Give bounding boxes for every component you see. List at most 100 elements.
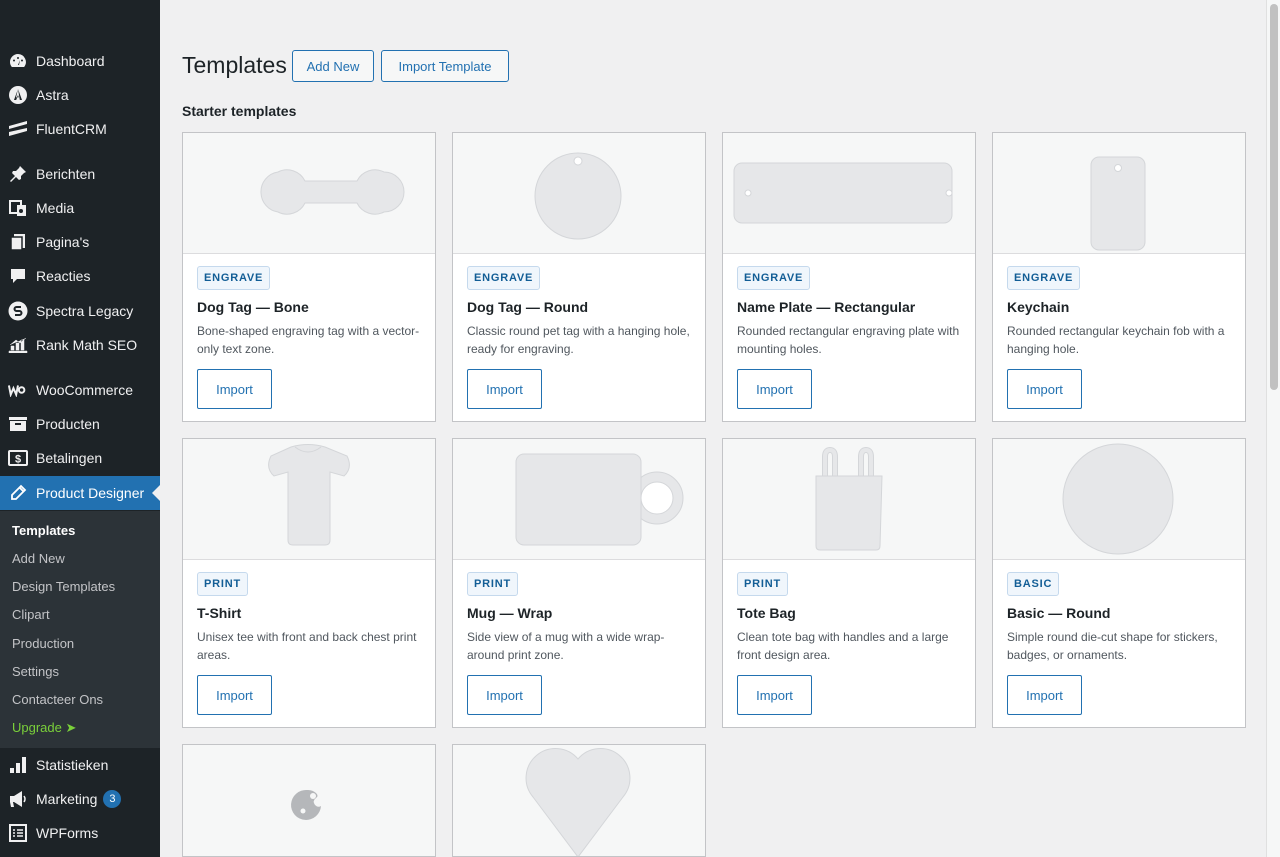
menu-item-marketing[interactable]: Marketing 3 — [0, 782, 160, 816]
import-button[interactable]: Import — [737, 369, 812, 409]
payments-icon: $ — [8, 448, 28, 468]
svg-text:$: $ — [15, 454, 21, 466]
menu-item-reacties[interactable]: Reacties — [0, 259, 160, 293]
woocommerce-icon — [8, 380, 28, 400]
template-title: Basic — Round — [1007, 605, 1111, 621]
menu-item-paginas[interactable]: Pagina's — [0, 225, 160, 259]
template-description: Side view of a mug with a wide wrap-arou… — [467, 630, 665, 662]
menu-label: Producten — [36, 416, 100, 432]
add-new-button[interactable]: Add New — [292, 50, 374, 82]
pin-icon — [8, 164, 28, 184]
menu-label: Berichten — [36, 166, 96, 182]
template-card: PRINT Mug — Wrap Side view of a mug with… — [452, 438, 706, 728]
page-title: Templates — [182, 52, 287, 78]
template-card — [452, 744, 706, 857]
rankmath-icon — [8, 335, 28, 355]
submenu-add-new[interactable]: Add New — [12, 551, 65, 566]
scrollbar-thumb[interactable] — [1270, 4, 1278, 390]
menu-label: WooCommerce — [36, 382, 133, 398]
category-tag: PRINT — [197, 572, 248, 596]
media-icon — [8, 198, 28, 218]
admin-sidebar: Dashboard Astra FluentCRM Berichten Medi… — [0, 0, 160, 857]
stats-icon — [8, 755, 28, 775]
pages-icon — [8, 232, 28, 252]
category-tag: ENGRAVE — [1007, 266, 1081, 290]
menu-item-dashboard[interactable]: Dashboard — [0, 44, 160, 78]
template-thumbnail — [453, 745, 705, 856]
import-button[interactable]: Import — [737, 675, 812, 715]
menu-label: Marketing — [36, 791, 98, 807]
astra-icon — [8, 85, 28, 105]
menu-item-woocommerce[interactable]: WooCommerce — [0, 373, 160, 407]
submenu-upgrade[interactable]: Upgrade ➤ — [12, 720, 76, 736]
menu-item-fluentcrm[interactable]: FluentCRM — [0, 112, 160, 146]
template-description: Rounded rectangular engraving plate with… — [737, 324, 960, 356]
import-button[interactable]: Import — [467, 369, 542, 409]
menu-item-spectra-legacy[interactable]: Spectra Legacy — [0, 294, 160, 328]
menu-label: Betalingen — [36, 450, 103, 466]
submenu-contacteer-ons[interactable]: Contacteer Ons — [12, 692, 103, 707]
import-button[interactable]: Import — [197, 369, 272, 409]
comments-icon — [8, 266, 28, 286]
template-title: Dog Tag — Round — [467, 299, 589, 315]
menu-label: Astra — [36, 87, 69, 103]
template-description: Simple round die-cut shape for stickers,… — [1007, 630, 1218, 662]
menu-label: Pagina's — [36, 234, 90, 250]
template-thumbnail — [183, 439, 435, 560]
import-button[interactable]: Import — [467, 675, 542, 715]
product-designer-submenu: Templates Add New Design Templates Clipa… — [0, 511, 160, 748]
menu-item-betalingen[interactable]: $ Betalingen — [0, 441, 160, 475]
notification-badge: 3 — [103, 790, 122, 808]
submenu-clipart[interactable]: Clipart — [12, 607, 50, 622]
template-description: Clean tote bag with handles and a large … — [737, 630, 949, 662]
submenu-templates[interactable]: Templates — [12, 523, 75, 538]
spectra-icon — [8, 301, 28, 321]
menu-item-statistieken[interactable]: Statistieken — [0, 748, 160, 782]
menu-label: Product Designer — [36, 485, 145, 501]
template-title: T-Shirt — [197, 605, 242, 621]
import-button[interactable]: Import — [1007, 369, 1082, 409]
submenu-design-templates[interactable]: Design Templates — [12, 579, 115, 594]
menu-item-berichten[interactable]: Berichten — [0, 157, 160, 191]
fluentcrm-icon — [8, 119, 28, 139]
import-button[interactable]: Import — [197, 675, 272, 715]
wpforms-icon — [8, 823, 28, 843]
import-template-button[interactable]: Import Template — [381, 50, 509, 82]
menu-label: Spectra Legacy — [36, 303, 134, 319]
menu-label: FluentCRM — [36, 121, 107, 137]
template-card — [182, 744, 436, 857]
submenu-settings[interactable]: Settings — [12, 664, 59, 679]
submenu-production[interactable]: Production — [12, 636, 74, 651]
menu-item-media[interactable]: Media — [0, 191, 160, 225]
dashboard-icon — [8, 51, 28, 71]
menu-item-wpforms[interactable]: WPForms — [0, 816, 160, 850]
menu-item-producten[interactable]: Producten — [0, 407, 160, 441]
template-title: Mug — Wrap — [467, 605, 553, 621]
template-title: Keychain — [1007, 299, 1070, 315]
template-description: Classic round pet tag with a hanging hol… — [467, 324, 690, 356]
template-title: Name Plate — Rectangular — [737, 299, 916, 315]
template-thumbnail — [993, 439, 1245, 560]
template-card: ENGRAVE Dog Tag — Bone Bone-shaped engra… — [182, 132, 436, 422]
section-title: Starter templates — [182, 103, 297, 119]
category-tag: BASIC — [1007, 572, 1060, 596]
category-tag: PRINT — [467, 572, 518, 596]
template-card: BASIC Basic — Round Simple round die-cut… — [992, 438, 1246, 728]
template-title: Dog Tag — Bone — [197, 299, 309, 315]
products-icon — [8, 414, 28, 434]
category-tag: PRINT — [737, 572, 788, 596]
menu-label: Media — [36, 200, 75, 216]
template-description: Rounded rectangular keychain fob with a … — [1007, 324, 1225, 356]
megaphone-icon — [8, 789, 28, 809]
template-card: PRINT T-Shirt Unisex tee with front and … — [182, 438, 436, 728]
page-scrollbar[interactable] — [1266, 0, 1280, 857]
template-title: Tote Bag — [737, 605, 796, 621]
template-description: Unisex tee with front and back chest pri… — [197, 630, 417, 662]
category-tag: ENGRAVE — [737, 266, 811, 290]
import-button[interactable]: Import — [1007, 675, 1082, 715]
menu-item-product-designer[interactable]: Product Designer — [0, 476, 160, 510]
menu-item-rank-math-seo[interactable]: Rank Math SEO — [0, 328, 160, 362]
menu-label: Rank Math SEO — [36, 337, 138, 353]
category-tag: ENGRAVE — [197, 266, 271, 290]
menu-item-astra[interactable]: Astra — [0, 78, 160, 112]
